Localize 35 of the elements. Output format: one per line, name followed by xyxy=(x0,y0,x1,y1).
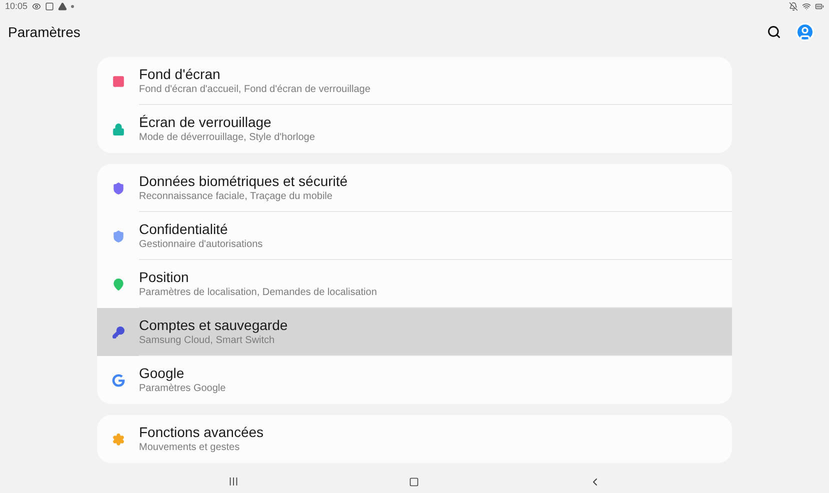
recent-apps-icon[interactable] xyxy=(228,476,239,487)
item-title: Position xyxy=(139,268,190,286)
settings-item[interactable]: Fonctions avancées Mouvements et gestes xyxy=(97,415,732,463)
item-title: Google xyxy=(139,364,186,382)
item-title: Écran de verrouillage xyxy=(139,113,272,131)
page-title: Paramètres xyxy=(8,22,80,42)
settings-item[interactable]: Fond d'écran Fond d'écran d'accueil, Fond d'écran de verrouillage xyxy=(97,57,732,105)
item-subtitle: Gestionnaire d'autorisations xyxy=(139,238,264,252)
warning-icon xyxy=(58,2,67,10)
item-subtitle: Paramètres Google xyxy=(139,382,227,396)
item-subtitle: Mode de déverrouillage, Style d'horloge xyxy=(139,131,316,145)
item-title: Fond d'écran xyxy=(139,64,222,82)
profile-avatar-icon[interactable] xyxy=(795,22,815,42)
item-subtitle: Fond d'écran d'accueil, Fond d'écran de verrouillage xyxy=(139,82,372,96)
status-time: 10:05 xyxy=(5,2,28,10)
item-subtitle: Reconnaissance faciale, Traçage du mobile xyxy=(139,190,334,204)
wifi-icon xyxy=(802,2,811,10)
eye-icon xyxy=(32,2,41,10)
item-title: Confidentialité xyxy=(139,220,229,238)
settings-item[interactable]: Écran de verrouillage Mode de déverrouillage, Style d'horloge xyxy=(97,105,732,153)
search-icon[interactable] xyxy=(767,25,781,39)
home-icon[interactable] xyxy=(409,476,419,486)
item-subtitle: Samsung Cloud, Smart Switch xyxy=(139,334,276,348)
item-title: Fonctions avancées xyxy=(139,423,265,441)
battery-icon xyxy=(815,2,824,10)
settings-item[interactable]: Données biométriques et sécurité Reconnaissance faciale, Traçage du mobile xyxy=(97,164,732,212)
mute-icon xyxy=(789,2,798,10)
settings-item[interactable]: Comptes et sauvegarde Samsung Cloud, Smart Switch xyxy=(97,308,732,356)
square-icon xyxy=(44,2,54,10)
settings-item[interactable]: Confidentialité Gestionnaire d'autorisations xyxy=(97,212,732,260)
item-title: Comptes et sauvegarde xyxy=(139,316,289,334)
item-subtitle: Mouvements et gestes xyxy=(139,441,241,455)
item-subtitle: Paramètres de localisation, Demandes de localisation xyxy=(139,286,378,300)
item-title: Données biométriques et sécurité xyxy=(139,172,349,190)
settings-item[interactable]: Google Paramètres Google xyxy=(97,356,732,404)
